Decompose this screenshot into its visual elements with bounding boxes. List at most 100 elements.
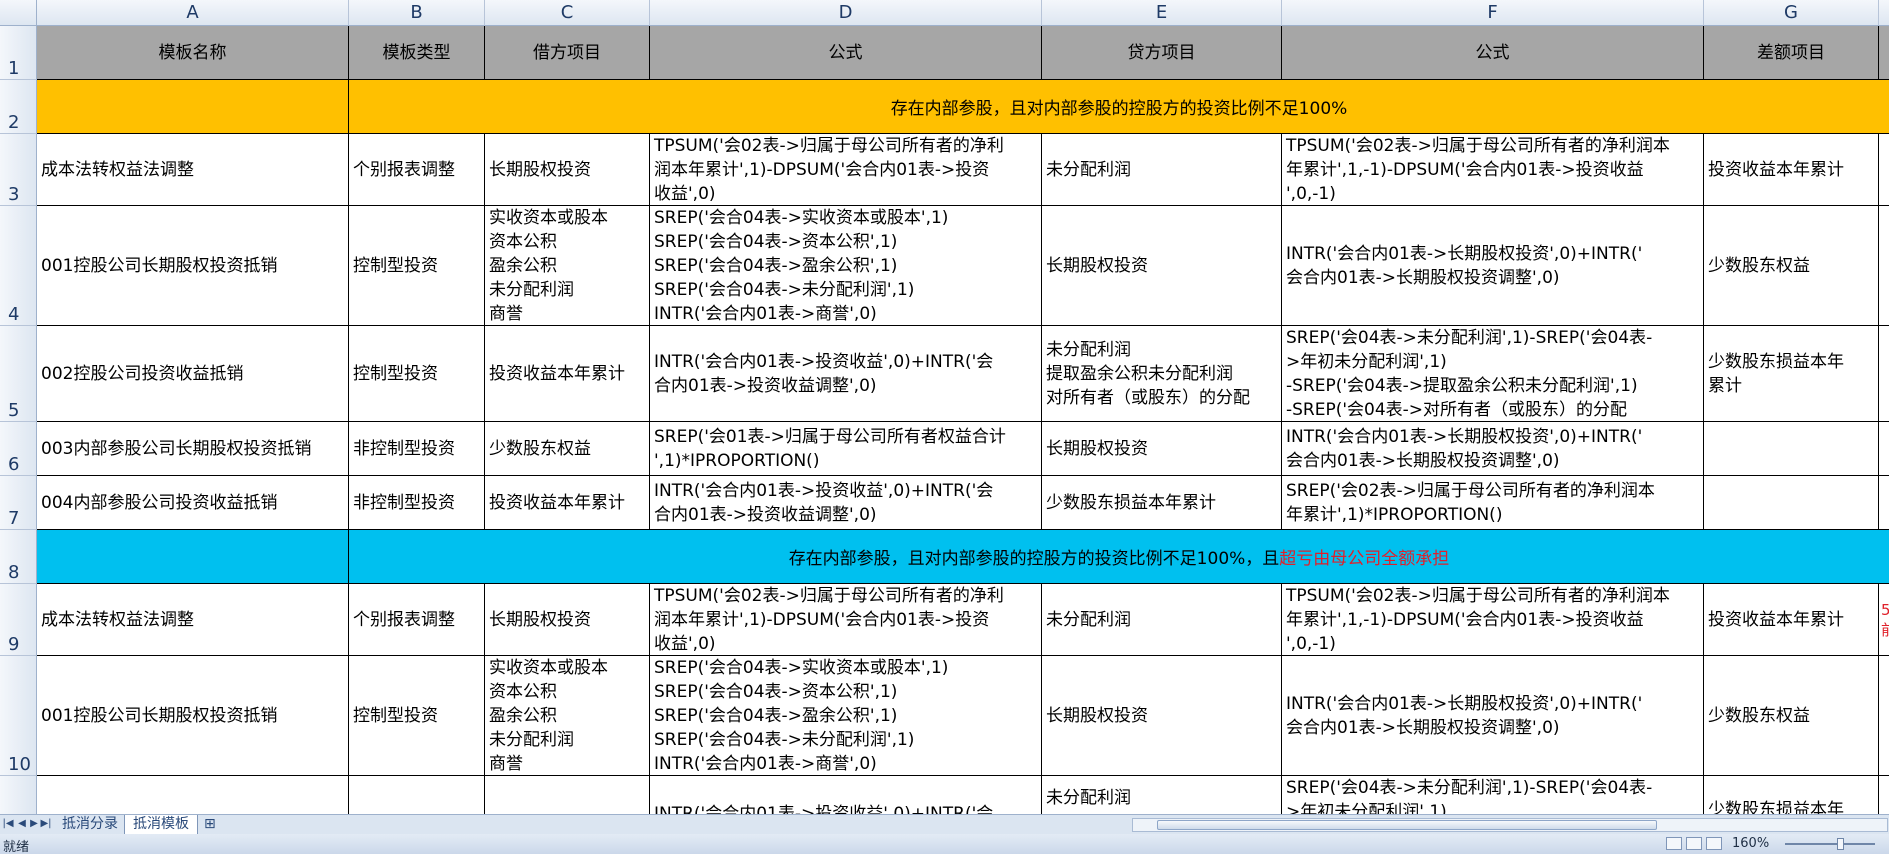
cell-d5[interactable]: INTR('会合内01表->投资收益',0)+INTR('会 合内01表->投资… [650,326,1042,422]
cell-g5[interactable]: 少数股东损益本年 累计 [1704,326,1879,422]
cell-c6[interactable]: 少数股东权益 [485,422,650,476]
insert-sheet-icon[interactable]: ⊞ [200,815,220,834]
normal-view-icon[interactable] [1666,837,1682,850]
cell-d9[interactable]: TPSUM('会02表->归属于母公司所有者的净利 润本年累计',1)-DPSU… [650,584,1042,656]
column-header-a[interactable]: A [37,0,349,26]
cell-e9[interactable]: 未分配利润 [1042,584,1282,656]
cell-b10[interactable]: 控制型投资 [349,656,485,776]
page-break-view-icon[interactable] [1706,837,1722,850]
column-header-b[interactable]: B [349,0,485,26]
header-difference-item[interactable]: 差额项目 [1704,26,1879,80]
section-band-2[interactable]: 存在内部参股，且对内部参股的控股方的投资比例不足100%，且 超亏由母公司全额承担 [37,530,1889,584]
first-sheet-icon[interactable]: |◀ [2,817,14,831]
cell-a4[interactable]: 001控股公司长期股权投资抵销 [37,206,349,326]
cell-g3[interactable]: 投资收益本年累计 [1704,134,1879,206]
cell-a5[interactable]: 002控股公司投资收益抵销 [37,326,349,422]
prev-sheet-icon[interactable]: ◀ [16,817,28,831]
cell-f10[interactable]: INTR('会合内01表->长期股权投资',0)+INTR(' 会合内01表->… [1282,656,1704,776]
row-header-11[interactable] [0,776,37,814]
cell-g11[interactable]: 少数股东损益本年 [1704,776,1879,814]
zoom-slider[interactable] [1785,838,1875,850]
cell-b9[interactable]: 个别报表调整 [349,584,485,656]
column-header-c[interactable]: C [485,0,650,26]
header-template-type[interactable]: 模板类型 [349,26,485,80]
cell-f4[interactable]: INTR('会合内01表->长期股权投资',0)+INTR(' 会合内01表->… [1282,206,1704,326]
header-credit-item[interactable]: 贷方项目 [1042,26,1282,80]
header-template-name[interactable]: 模板名称 [37,26,349,80]
select-all-corner[interactable] [0,0,37,26]
zoom-slider-knob[interactable] [1837,838,1844,850]
page-layout-view-icon[interactable] [1686,837,1702,850]
row-header-8[interactable]: 8 [0,530,37,584]
cell-f11[interactable]: SREP('会04表->未分配利润',1)-SREP('会04表- >年初未分配… [1282,776,1704,814]
cell-g10[interactable]: 少数股东权益 [1704,656,1879,776]
cell-h4[interactable] [1879,206,1889,326]
cell-h9[interactable]: 5 前 [1879,584,1889,656]
row-header-3[interactable]: 3 [0,134,37,206]
cell-c9[interactable]: 长期股权投资 [485,584,650,656]
header-h[interactable] [1879,26,1889,80]
cell-a10[interactable]: 001控股公司长期股权投资抵销 [37,656,349,776]
column-header-d[interactable]: D [650,0,1042,26]
cell-g7[interactable] [1704,476,1879,530]
cell-c4[interactable]: 实收资本或股本 资本公积 盈余公积 未分配利润 商誉 [485,206,650,326]
cell-g9[interactable]: 投资收益本年累计 [1704,584,1879,656]
row-header-6[interactable]: 6 [0,422,37,476]
cell-d11[interactable]: INTR('会合内01表->投资收益',0)+INTR('会 [650,776,1042,814]
row-header-5[interactable]: 5 [0,326,37,422]
cell-h3[interactable] [1879,134,1889,206]
cell-a7[interactable]: 004内部参股公司投资收益抵销 [37,476,349,530]
cell-g4[interactable]: 少数股东权益 [1704,206,1879,326]
cell-c3[interactable]: 长期股权投资 [485,134,650,206]
column-header-f[interactable]: F [1282,0,1704,26]
cell-e11[interactable]: 未分配利润 [1042,776,1282,814]
header-debit-item[interactable]: 借方项目 [485,26,650,80]
cell-e3[interactable]: 未分配利润 [1042,134,1282,206]
cell-d3[interactable]: TPSUM('会02表->归属于母公司所有者的净利 润本年累计',1)-DPSU… [650,134,1042,206]
zoom-level[interactable]: 160% [1732,836,1769,851]
header-debit-formula[interactable]: 公式 [650,26,1042,80]
cell-d10[interactable]: SREP('会合04表->实收资本或股本',1) SREP('会合04表->资本… [650,656,1042,776]
cell-c7[interactable]: 投资收益本年累计 [485,476,650,530]
cell-b5[interactable]: 控制型投资 [349,326,485,422]
cell-d7[interactable]: INTR('会合内01表->投资收益',0)+INTR('会 合内01表->投资… [650,476,1042,530]
cell-b7[interactable]: 非控制型投资 [349,476,485,530]
column-header-g[interactable]: G [1704,0,1879,26]
cell-e5[interactable]: 未分配利润 提取盈余公积未分配利润 对所有者（或股东）的分配 [1042,326,1282,422]
section-band-1[interactable]: 存在内部参股，且对内部参股的控股方的投资比例不足100% [37,80,1889,134]
cell-c5[interactable]: 投资收益本年累计 [485,326,650,422]
cell-e4[interactable]: 长期股权投资 [1042,206,1282,326]
cell-f5[interactable]: SREP('会04表->未分配利润',1)-SREP('会04表- >年初未分配… [1282,326,1704,422]
next-sheet-icon[interactable]: ▶ [28,817,40,831]
scrollbar-thumb[interactable] [1157,820,1657,830]
cell-c11[interactable] [485,776,650,814]
cell-a11[interactable] [37,776,349,814]
cell-g6[interactable] [1704,422,1879,476]
row-header-2[interactable]: 2 [0,80,37,134]
cell-b6[interactable]: 非控制型投资 [349,422,485,476]
last-sheet-icon[interactable]: ▶| [40,817,52,831]
row-header-10[interactable]: 10 [0,656,37,776]
cell-b3[interactable]: 个别报表调整 [349,134,485,206]
cell-f6[interactable]: INTR('会合内01表->长期股权投资',0)+INTR(' 会合内01表->… [1282,422,1704,476]
cell-a6[interactable]: 003内部参股公司长期股权投资抵销 [37,422,349,476]
column-header-e[interactable]: E [1042,0,1282,26]
cell-e6[interactable]: 长期股权投资 [1042,422,1282,476]
header-credit-formula[interactable]: 公式 [1282,26,1704,80]
cell-h5[interactable] [1879,326,1889,422]
cell-f9[interactable]: TPSUM('会02表->归属于母公司所有者的净利润本 年累计',1,-1)-D… [1282,584,1704,656]
cell-e7[interactable]: 少数股东损益本年累计 [1042,476,1282,530]
cell-f3[interactable]: TPSUM('会02表->归属于母公司所有者的净利润本 年累计',1,-1)-D… [1282,134,1704,206]
cell-f7[interactable]: SREP('会02表->归属于母公司所有者的净利润本 年累计',1)*IPROP… [1282,476,1704,530]
horizontal-scrollbar[interactable] [1132,818,1888,832]
sheet-tab-offset-template[interactable]: 抵消模板 [124,815,198,835]
cell-d6[interactable]: SREP('会01表->归属于母公司所有者权益合计 ',1)*IPROPORTI… [650,422,1042,476]
column-header-h[interactable] [1879,0,1889,26]
cell-h7[interactable] [1879,476,1889,530]
cell-d4[interactable]: SREP('会合04表->实收资本或股本',1) SREP('会合04表->资本… [650,206,1042,326]
cell-c10[interactable]: 实收资本或股本 资本公积 盈余公积 未分配利润 商誉 [485,656,650,776]
row-header-1[interactable]: 1 [0,26,37,80]
cell-h6[interactable] [1879,422,1889,476]
row-header-4[interactable]: 4 [0,206,37,326]
cell-b11[interactable] [349,776,485,814]
